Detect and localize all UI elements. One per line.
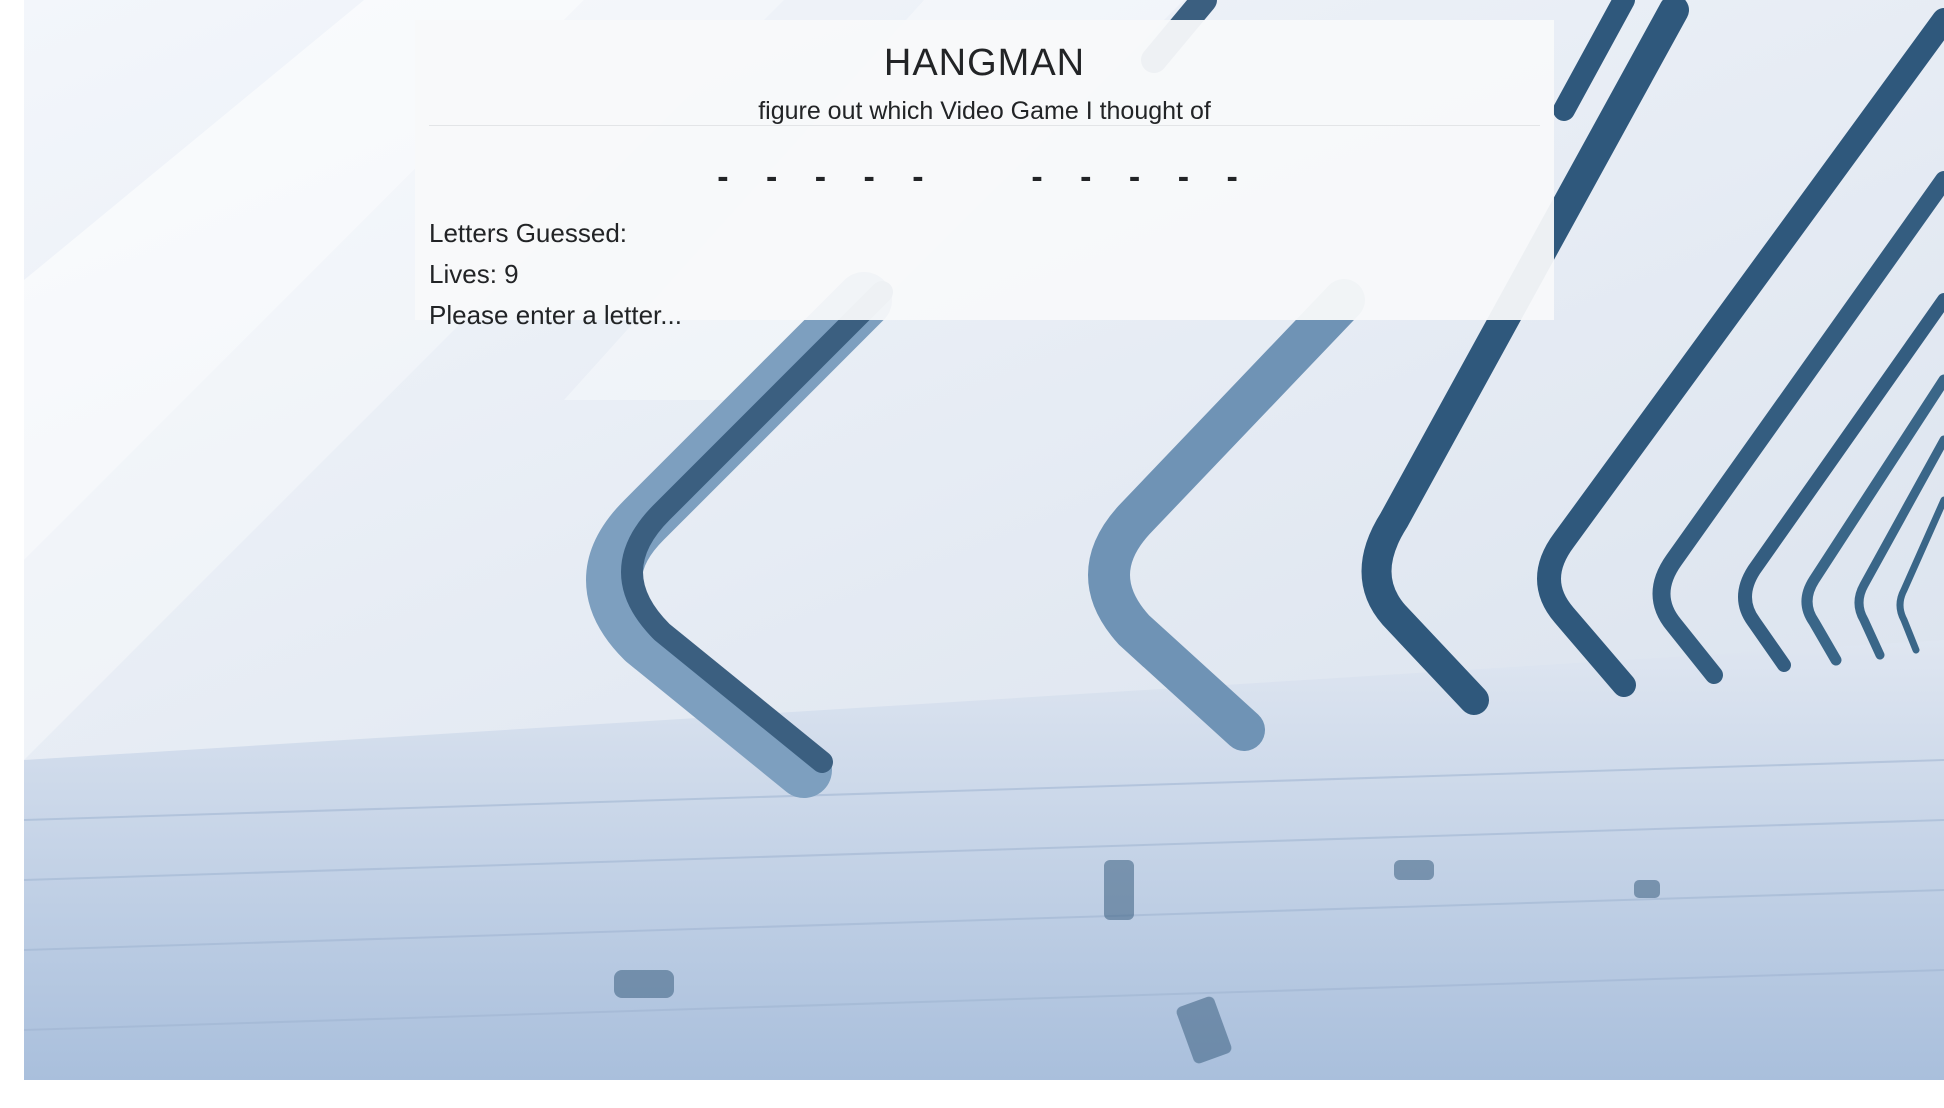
hidden-word: - - - - - - - - - - [717, 158, 1252, 196]
letters-guessed-label: Letters Guessed: [429, 218, 627, 248]
lives: Lives: 9 [429, 257, 519, 291]
letters-guessed: Letters Guessed: [429, 216, 634, 250]
hangman-panel: HANGMAN figure out which Video Game I th… [415, 20, 1554, 330]
game-title: HANGMAN [883, 42, 1086, 84]
letter-prompt: Please enter a letter... [429, 300, 682, 330]
page: HANGMAN figure out which Video Game I th… [0, 0, 1944, 1108]
lives-value: 9 [504, 259, 519, 289]
divider [429, 125, 1540, 126]
lives-label: Lives: [429, 259, 497, 289]
game-subtitle: figure out which Video Game I thought of [758, 97, 1211, 125]
